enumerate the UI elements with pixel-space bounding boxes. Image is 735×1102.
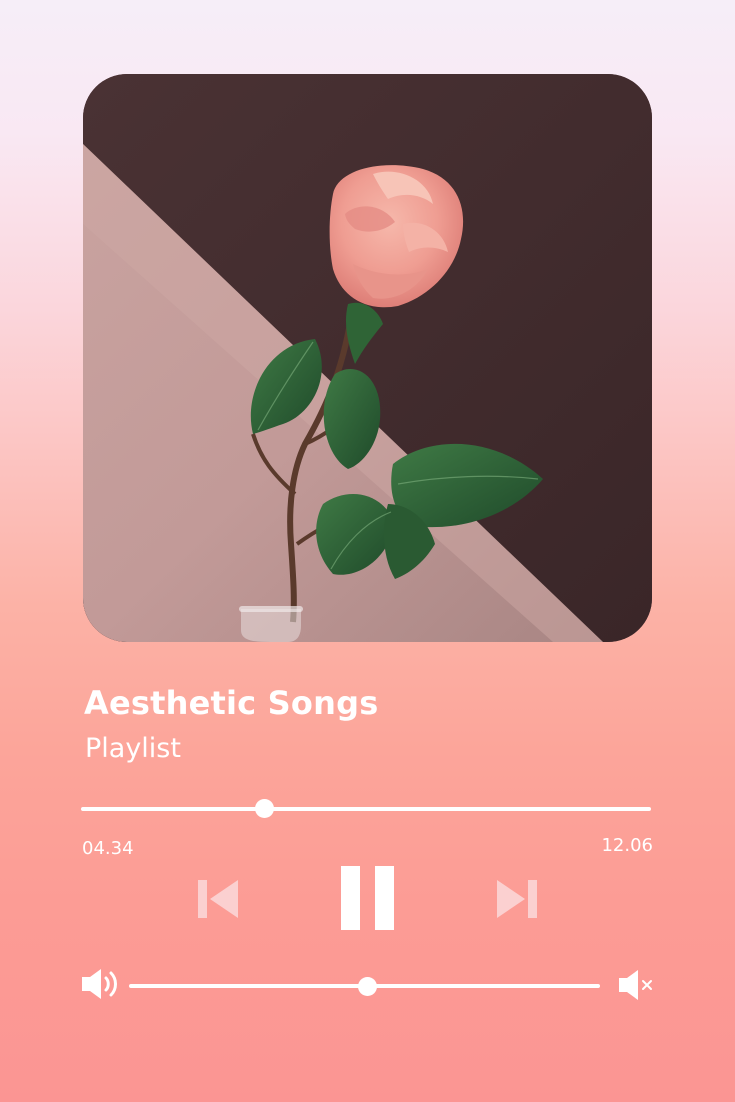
elapsed-time: 04.34 — [82, 838, 134, 859]
total-duration: 12.06 — [601, 835, 653, 856]
volume-up-icon[interactable] — [82, 968, 120, 1000]
playlist-subtitle: Playlist — [85, 733, 181, 764]
next-track-icon[interactable] — [497, 878, 539, 920]
playlist-title: Aesthetic Songs — [84, 684, 379, 722]
music-player-screen: Aesthetic Songs Playlist 04.34 12.06 — [0, 0, 735, 1102]
pause-icon[interactable] — [341, 866, 395, 930]
volume-mute-icon[interactable] — [619, 970, 655, 1000]
album-artwork — [83, 74, 652, 642]
previous-track-icon[interactable] — [198, 878, 240, 920]
progress-thumb[interactable] — [255, 799, 274, 818]
progress-track[interactable] — [81, 807, 651, 811]
rose-artwork-image — [83, 74, 652, 642]
volume-thumb[interactable] — [358, 977, 377, 996]
